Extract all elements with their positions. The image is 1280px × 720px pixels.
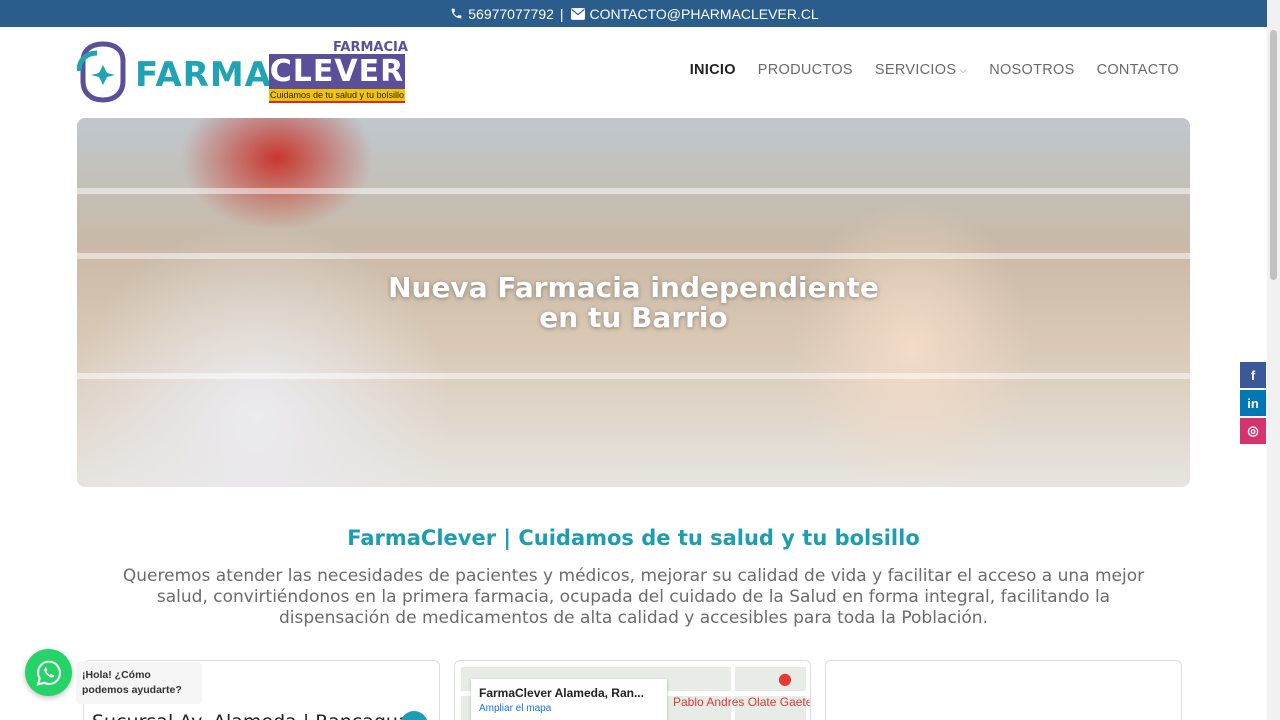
logo-text-farmacia: FARMACIA <box>333 40 408 55</box>
map-road <box>731 667 735 720</box>
nav-item-servicios-label: SERVICIOS <box>874 62 957 78</box>
whatsapp-icon <box>36 660 61 686</box>
logo-mark-icon <box>77 41 126 103</box>
phone-number[interactable]: 56977077792 <box>468 6 554 22</box>
map-place-label: Pablo Andres Olate Gaete <box>673 695 811 709</box>
nav-item-servicios[interactable]: SERVICIOS ⌵ <box>875 62 967 78</box>
site-header: FARMA FARMACIA CLEVER Cuidamos de tu sal… <box>0 27 1267 117</box>
hero-headline-line2: en tu Barrio <box>539 301 728 334</box>
brand-logo[interactable]: FARMA FARMACIA CLEVER Cuidamos de tu sal… <box>77 39 408 105</box>
topbar-separator: | <box>559 5 564 22</box>
linkedin-icon[interactable]: in <box>1240 390 1266 416</box>
map-pin-icon: ● <box>778 669 792 688</box>
logo-tagline: Cuidamos de tu salud y tu bolsillo <box>269 89 405 103</box>
hero-shelf <box>77 253 1190 259</box>
chevron-down-icon: ⌵ <box>959 64 968 76</box>
map-info-box: FarmaClever Alameda, Ran... Ampliar el m… <box>471 679 667 720</box>
logo-text-farma: FARMA <box>135 55 272 95</box>
logo-text-clever: CLEVER <box>269 54 405 89</box>
nav-item-nosotros[interactable]: NOSOTROS <box>989 62 1074 78</box>
nav-item-productos[interactable]: PRODUCTOS <box>758 62 853 78</box>
map-place-name: FarmaClever Alameda, Ran... <box>479 686 644 700</box>
scrollbar-thumb[interactable] <box>1270 30 1277 280</box>
hero-banner: Nueva Farmacia independiente en tu Barri… <box>77 118 1190 487</box>
section-title: FarmaClever | Cuidamos de tu salud y tu … <box>347 526 920 550</box>
social-sidebar: f in ◎ <box>1240 362 1266 444</box>
phone-icon <box>448 6 464 22</box>
embedded-map[interactable]: FarmaClever Alameda, Ran... Ampliar el m… <box>461 667 810 720</box>
map-card: FarmaClever Alameda, Ran... Ampliar el m… <box>454 660 811 720</box>
whatsapp-button[interactable] <box>25 649 72 696</box>
map-enlarge-link[interactable]: Ampliar el mapa <box>479 703 659 714</box>
contact-email[interactable]: CONTACTO@PHARMACLEVER.CL <box>590 6 819 22</box>
top-contact-bar: 56977077792 | CONTACTO@PHARMACLEVER.CL <box>0 0 1267 27</box>
section-description: Queremos atender las necesidades de paci… <box>122 566 1145 628</box>
whatsapp-greeting-bubble[interactable]: ¡Hola! ¿Cómo podemos ayudarte? <box>76 662 202 704</box>
main-nav: INICIO PRODUCTOS SERVICIOS ⌵ NOSOTROS CO… <box>690 62 1179 78</box>
envelope-icon <box>570 6 586 22</box>
instagram-icon[interactable]: ◎ <box>1240 418 1266 444</box>
nav-item-inicio[interactable]: INICIO <box>690 62 736 78</box>
page-scrollbar[interactable] <box>1267 0 1280 720</box>
hero-shelf <box>77 188 1190 194</box>
hero-headline: Nueva Farmacia independiente en tu Barri… <box>77 273 1190 333</box>
facebook-icon[interactable]: f <box>1240 362 1266 388</box>
nav-item-contacto[interactable]: CONTACTO <box>1097 62 1179 78</box>
branch-title: Sucursal Av. Alameda | Rancagua <box>92 711 410 720</box>
info-card <box>825 660 1182 720</box>
hero-shelf <box>77 373 1190 379</box>
hero-headline-line1: Nueva Farmacia independiente <box>388 271 879 304</box>
